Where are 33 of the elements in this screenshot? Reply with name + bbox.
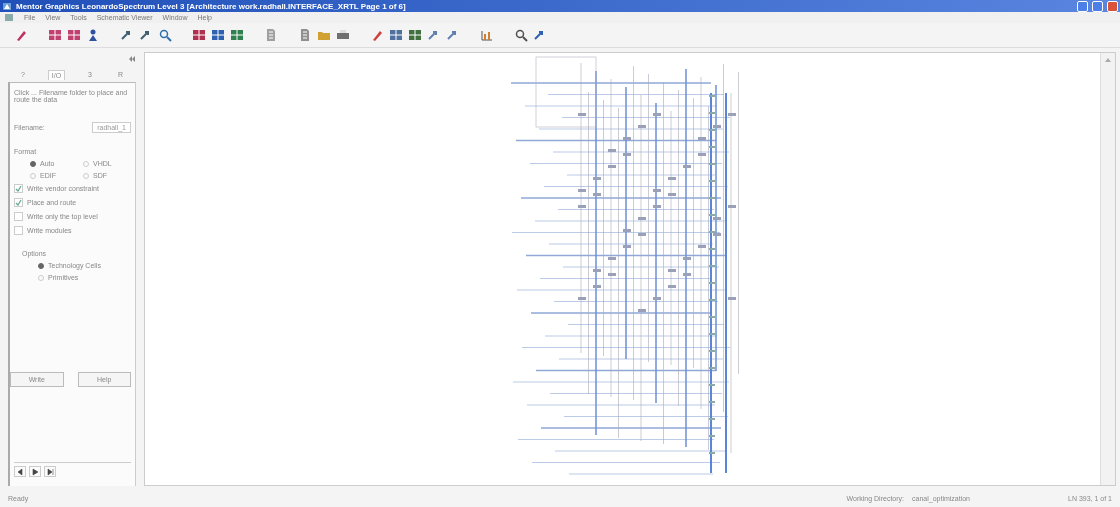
window-title: Mentor Graphics LeonardoSpectrum Level 3 [Architecture work.radhall.INTERFACE_XRTL Page 1 of 6] [16, 1, 407, 11]
document-icon[interactable] [4, 13, 14, 22]
search-icon[interactable] [158, 28, 172, 42]
grid-icon[interactable] [48, 28, 62, 42]
page-icon[interactable] [298, 28, 312, 42]
figure-icon[interactable] [86, 28, 100, 42]
scrollbar[interactable] [1100, 53, 1115, 485]
checkbox[interactable] [14, 184, 23, 193]
radio-button[interactable] [30, 160, 36, 167]
maximize-button[interactable] [1092, 0, 1103, 12]
back-button[interactable] [14, 466, 26, 477]
grid-icon[interactable] [408, 28, 422, 42]
grid-icon[interactable] [211, 28, 225, 42]
collapse-icon[interactable] [128, 56, 136, 62]
checkbox[interactable] [14, 212, 23, 221]
checkbox[interactable] [14, 198, 23, 207]
chart-icon[interactable] [480, 28, 494, 42]
close-button[interactable] [1107, 0, 1118, 12]
grid-icon[interactable] [230, 28, 244, 42]
grid-icon[interactable] [192, 28, 206, 42]
pen-icon[interactable] [14, 28, 28, 42]
app-icon [2, 1, 12, 11]
search-icon[interactable] [514, 28, 528, 42]
radio-button[interactable] [38, 262, 44, 269]
page-icon[interactable] [264, 28, 278, 42]
checkbox[interactable] [14, 226, 23, 235]
grid-icon[interactable] [389, 28, 403, 42]
minimize-button[interactable] [1077, 0, 1088, 12]
next-button[interactable] [44, 466, 56, 477]
pen-icon[interactable] [370, 28, 384, 42]
play-button[interactable] [29, 466, 41, 477]
printer-icon[interactable] [336, 28, 350, 42]
grid-icon[interactable] [67, 28, 81, 42]
